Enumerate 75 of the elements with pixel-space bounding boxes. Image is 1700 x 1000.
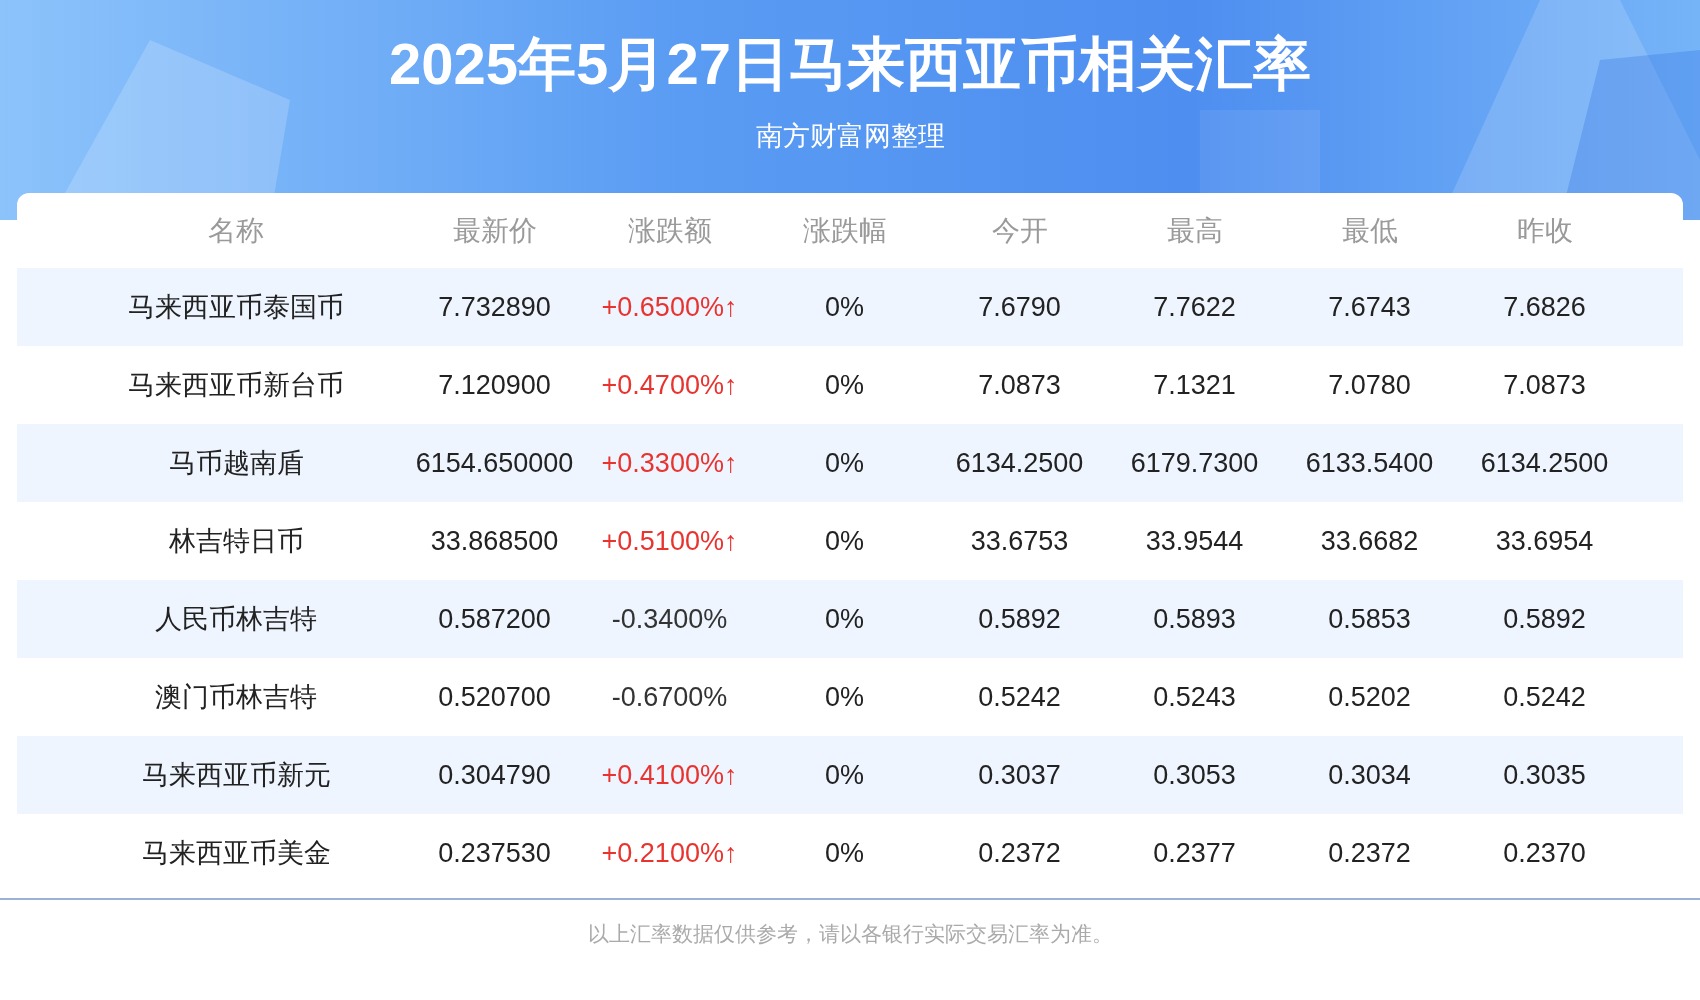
table-cell-text: 7.0873 (1502, 369, 1587, 401)
table-cell-text: 33.9544 (1144, 525, 1245, 557)
column-header: 最高 (1165, 213, 1224, 248)
table-cell-text: 0% (824, 837, 865, 869)
table-cell-text: 7.6743 (1327, 291, 1412, 323)
table-cell-text: 林吉特日币 (167, 525, 305, 558)
column-header: 涨跌幅 (801, 213, 888, 248)
table-cell-text: 0.5892 (1502, 603, 1587, 635)
table-cell-text: 0.2372 (1327, 837, 1412, 869)
table-cell-text: 0.5243 (1152, 681, 1237, 713)
table-cell-text: 0.5242 (977, 681, 1062, 713)
table-cell-text: +0.4100%↑ (600, 759, 739, 791)
table-cell-text: -0.3400% (610, 603, 729, 635)
table-cell-text: 7.120900 (437, 369, 552, 401)
table-cell-text: 0% (824, 681, 865, 713)
table-cell-text: 马来西亚币新台币 (127, 369, 345, 402)
table-cell-text: 33.6954 (1494, 525, 1595, 557)
table-cell-text: +0.6500%↑ (600, 291, 739, 323)
table-cell-text: 人民币林吉特 (154, 603, 318, 636)
table-cell-text: 7.0780 (1327, 369, 1412, 401)
table-cell-text: 6133.5400 (1304, 447, 1435, 479)
table-cell-text: 马来西亚币新元 (140, 759, 332, 792)
table-cell-text: 6179.7300 (1129, 447, 1260, 479)
table-cell-text: +0.2100%↑ (600, 837, 739, 869)
table-cell-text: 7.0873 (977, 369, 1062, 401)
table-cell-text: 33.868500 (429, 525, 560, 557)
table-cell-text: 0.2370 (1502, 837, 1587, 869)
column-header: 名称 (207, 213, 265, 248)
table-cell-text: 0% (824, 603, 865, 635)
table-cell-text: 0.5853 (1327, 603, 1412, 635)
column-header: 最新价 (451, 213, 538, 248)
table-cell-text: 0.587200 (437, 603, 552, 635)
table-cell-text: 0.3035 (1502, 759, 1587, 791)
table-cell-text: 0.3034 (1327, 759, 1412, 791)
table-cell-text: 0.3053 (1152, 759, 1237, 791)
table-cell-text: 0.5242 (1502, 681, 1587, 713)
column-header: 今开 (990, 213, 1049, 248)
table-cell-text: 0.520700 (437, 681, 552, 713)
table-cell-text: 马来西亚币泰国币 (127, 291, 345, 324)
table-cell-text: 7.732890 (437, 291, 552, 323)
table-cell-text: +0.4700%↑ (600, 369, 739, 401)
table-cell-text: 0% (824, 291, 865, 323)
column-header: 涨跌额 (626, 213, 713, 248)
table-cell-text: 7.1321 (1152, 369, 1237, 401)
table-cell-text: 马来西亚币美金 (140, 837, 332, 870)
table-cell-text: 0.5892 (977, 603, 1062, 635)
table-cell-text: 澳门币林吉特 (154, 681, 318, 714)
column-header: 昨收 (1515, 213, 1574, 248)
table-cell-text: 马币越南盾 (167, 447, 305, 480)
column-header: 最低 (1340, 213, 1399, 248)
table-cell-text: +0.5100%↑ (600, 525, 739, 557)
subtitle: 南方财富网整理 (755, 120, 945, 153)
table-cell-text: 7.6790 (977, 291, 1062, 323)
table-cell-text: 0% (824, 759, 865, 791)
table-cell-text: 7.7622 (1152, 291, 1237, 323)
table-cell-text: 7.6826 (1502, 291, 1587, 323)
table-cell-text: 6134.2500 (1479, 447, 1610, 479)
table-cell-text: 0.304790 (437, 759, 552, 791)
table-cell-text: -0.6700% (610, 681, 729, 713)
table-cell-text: 0.3037 (977, 759, 1062, 791)
table-cell-text: 33.6753 (969, 525, 1070, 557)
table-cell-text: 6134.2500 (954, 447, 1085, 479)
footer-note: 以上汇率数据仅供参考，请以各银行实际交易汇率为准。 (586, 921, 1114, 947)
table-cell-text: 0.2372 (977, 837, 1062, 869)
table-cell-text: 0.237530 (437, 837, 552, 869)
table-cell-text: 0.2377 (1152, 837, 1237, 869)
table-cell-text: 0% (824, 369, 865, 401)
table-cell-text: 0.5893 (1152, 603, 1237, 635)
table-cell-text: 0% (824, 447, 865, 479)
table-cell-text: 0.5202 (1327, 681, 1412, 713)
table-cell-text: +0.3300%↑ (600, 447, 739, 479)
page-title: 2025年5月27日马来西亚币相关汇率 (389, 30, 1311, 98)
table-cell-text: 0% (824, 525, 865, 557)
table-cell-text: 33.6682 (1319, 525, 1420, 557)
table-cell-text: 6154.650000 (414, 447, 575, 479)
